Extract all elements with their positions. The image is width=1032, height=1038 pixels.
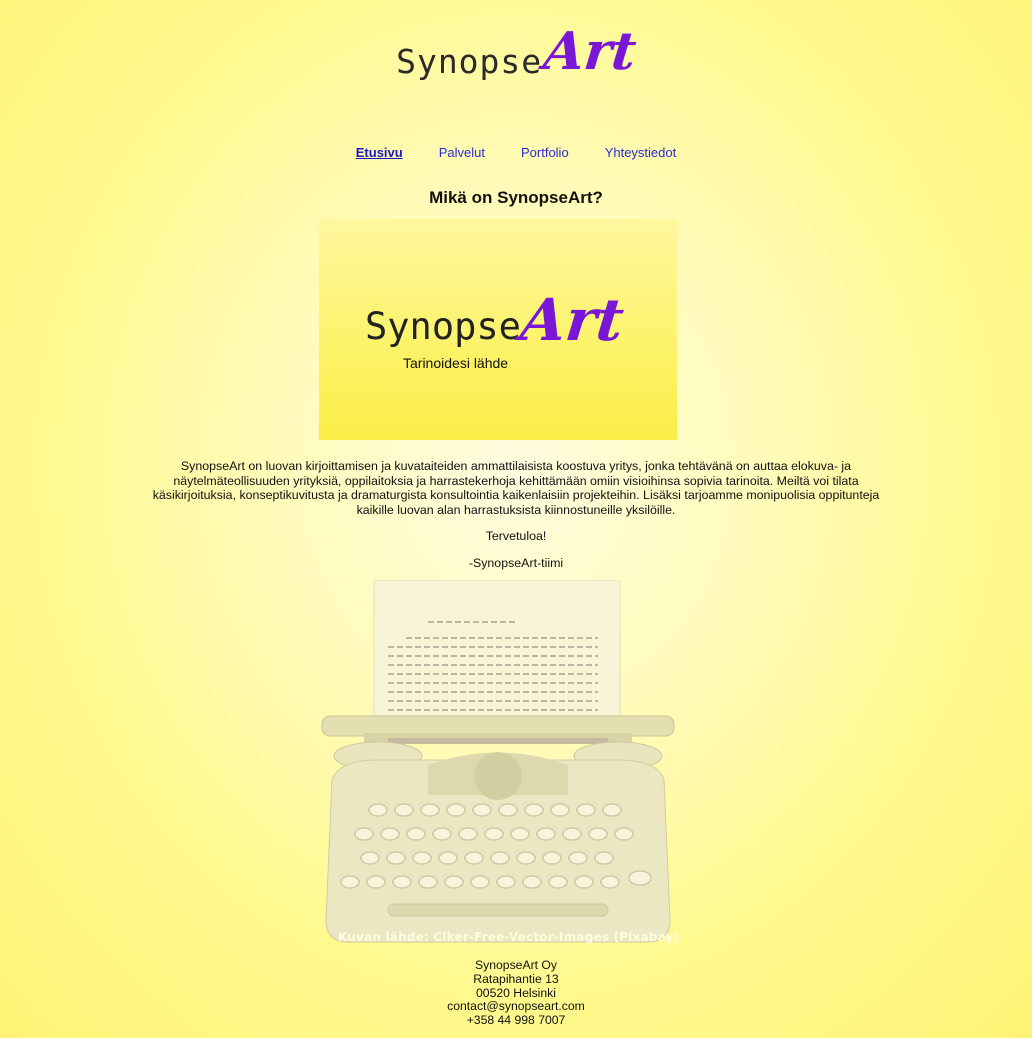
typewriter-image [318, 579, 678, 948]
intro-text: SynopseArt on luovan kirjoittamisen ja k… [152, 459, 880, 517]
banner-logo-main: Synopse [365, 305, 521, 348]
image-credit: Kuvan lähde: Clker-Free-Vector-Images (P… [338, 930, 680, 944]
footer-phone[interactable]: +358 44 998 7007 [0, 1013, 1032, 1028]
site-footer: SynopseArt Oy Ratapihantie 13 00520 Hels… [0, 958, 1032, 1028]
footer-city: 00520 Helsinki [476, 985, 556, 1000]
signature-text: -SynopseArt-tiimi [468, 556, 564, 570]
logo-text-accent: Art [541, 21, 640, 82]
banner-logo: Synopse Art [365, 286, 627, 354]
footer-street: Ratapihantie 13 [473, 971, 559, 986]
nav-link-etusivu[interactable]: Etusivu [356, 145, 403, 160]
site-logo[interactable]: Synopse Art [0, 21, 1032, 98]
footer-email[interactable]: contact@synopseart.com [0, 1000, 1032, 1014]
nav-link-palvelut[interactable]: Palvelut [439, 145, 485, 160]
banner-logo-accent: Art [517, 286, 627, 354]
greeting-text: Tervetuloa! [485, 529, 547, 543]
main-nav: Etusivu Palvelut Portfolio Yhteystiedot [0, 145, 1032, 160]
nav-link-portfolio[interactable]: Portfolio [521, 145, 569, 160]
banner-tagline: Tarinoidesi lähde [403, 355, 509, 371]
banner-image: Synopse Art Tarinoidesi lähde [319, 219, 677, 440]
nav-link-yhteystiedot[interactable]: Yhteystiedot [605, 145, 677, 160]
footer-company: SynopseArt Oy [475, 958, 557, 972]
logo-text-main: Synopse [396, 42, 543, 81]
typewriter-illustration [321, 579, 675, 943]
page-heading: Mikä on SynopseArt? [429, 188, 603, 207]
